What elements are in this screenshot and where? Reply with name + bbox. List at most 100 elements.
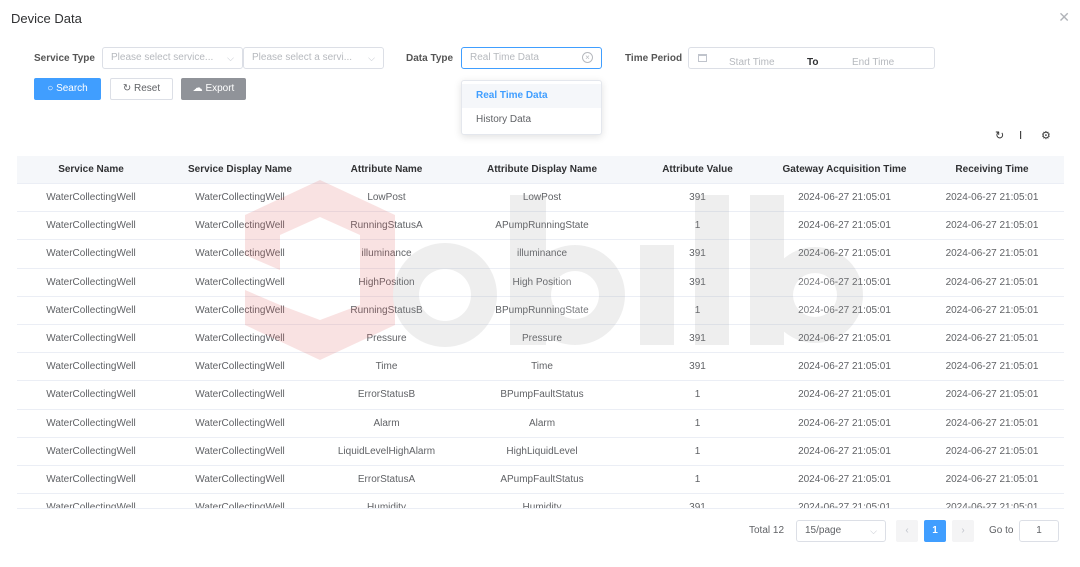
column-header[interactable]: Gateway Acquisition Time <box>769 164 920 175</box>
service-select-2-placeholder: Please select a servi... <box>252 52 353 63</box>
table-cell: APumpFaultStatus <box>500 473 584 485</box>
table-cell: 1 <box>694 445 701 457</box>
table-row[interactable]: WaterCollectingWell WaterCollectingWell Hu… <box>17 494 1064 509</box>
table-cell: 2024-06-27 21:05:01 <box>798 276 891 288</box>
table-cell: 2024-06-27 21:05:01 <box>798 333 891 345</box>
refresh-icon[interactable]: ↻ <box>995 129 1004 142</box>
table-cell: Pressure <box>366 333 407 345</box>
page-number-current[interactable]: 1 <box>924 520 946 542</box>
table-cell: WaterCollectingWell <box>46 502 136 509</box>
table-cell: WaterCollectingWell <box>195 333 285 345</box>
table-body: WaterCollectingWell WaterCollectingWell Lo… <box>17 184 1064 509</box>
table-cell: WaterCollectingWell <box>46 445 136 457</box>
column-header[interactable]: Service Name <box>17 164 165 175</box>
table-cell: 1 <box>694 304 701 316</box>
table-cell: 1 <box>694 389 701 401</box>
page-size-select[interactable]: 15/page ⌵ <box>796 520 886 542</box>
time-range-picker[interactable]: Start Time To End Time <box>688 47 935 69</box>
table-row[interactable]: WaterCollectingWell WaterCollectingWell Li… <box>17 438 1064 466</box>
column-header[interactable]: Attribute Value <box>626 164 769 175</box>
data-type-select[interactable]: Real Time Data × <box>461 47 602 69</box>
table-row[interactable]: WaterCollectingWell WaterCollectingWell Lo… <box>17 184 1064 213</box>
table-cell: Humidity <box>522 502 562 509</box>
device-data-table: Service Name Service Display Name Attrib… <box>17 156 1064 509</box>
table-cell: 391 <box>689 333 706 345</box>
reset-button-label: Reset <box>134 83 161 94</box>
table-row[interactable]: WaterCollectingWell WaterCollectingWell Ru… <box>17 212 1064 241</box>
table-cell: High Position <box>512 276 572 288</box>
reset-button[interactable]: ↻ Reset <box>110 78 173 100</box>
table-row[interactable]: WaterCollectingWell WaterCollectingWell Ti… <box>17 353 1064 382</box>
column-height-icon[interactable]: Ⅰ <box>1019 129 1022 142</box>
table-cell: WaterCollectingWell <box>46 276 136 288</box>
table-cell: 2024-06-27 21:05:01 <box>798 389 891 401</box>
time-period-label: Time Period <box>625 53 683 64</box>
table-cell: WaterCollectingWell <box>195 276 285 288</box>
data-type-dropdown: Real Time Data History Data <box>461 80 602 135</box>
table-cell: WaterCollectingWell <box>195 502 285 509</box>
clear-icon[interactable]: × <box>582 52 593 63</box>
table-cell: RunningStatusB <box>350 304 423 316</box>
table-cell: 2024-06-27 21:05:01 <box>945 333 1039 345</box>
table-cell: illuminance <box>516 248 568 260</box>
table-row[interactable]: WaterCollectingWell WaterCollectingWell Er… <box>17 466 1064 495</box>
column-header[interactable]: Attribute Display Name <box>458 164 626 175</box>
table-cell: 2024-06-27 21:05:01 <box>798 220 891 232</box>
goto-page-input[interactable]: 1 <box>1019 520 1059 542</box>
goto-label: Go to <box>989 525 1014 536</box>
table-cell: WaterCollectingWell <box>46 248 136 260</box>
table-cell: WaterCollectingWell <box>195 248 285 260</box>
table-cell: 1 <box>694 220 701 232</box>
column-header[interactable]: Receiving Time <box>920 164 1064 175</box>
table-cell: WaterCollectingWell <box>46 417 136 429</box>
dropdown-option-real-time[interactable]: Real Time Data <box>462 84 601 108</box>
export-button-label: Export <box>205 83 235 94</box>
table-row[interactable]: WaterCollectingWell WaterCollectingWell Ru… <box>17 297 1064 325</box>
close-icon[interactable]: ✕ <box>1058 9 1070 26</box>
table-cell: 2024-06-27 21:05:01 <box>798 361 891 373</box>
table-cell: WaterCollectingWell <box>46 389 136 401</box>
to-separator: To <box>807 57 819 68</box>
prev-page-button[interactable]: ‹ <box>896 520 918 542</box>
search-icon: ○ <box>47 83 54 94</box>
table-row[interactable]: WaterCollectingWell WaterCollectingWell Pr… <box>17 325 1064 354</box>
table-row[interactable]: WaterCollectingWell WaterCollectingWell il… <box>17 240 1064 269</box>
table-row[interactable]: WaterCollectingWell WaterCollectingWell Al… <box>17 410 1064 438</box>
table-cell: 2024-06-27 21:05:01 <box>945 220 1039 232</box>
export-button[interactable]: ☁ Export <box>181 78 246 100</box>
table-row[interactable]: WaterCollectingWell WaterCollectingWell Er… <box>17 381 1064 410</box>
table-cell: WaterCollectingWell <box>46 192 136 204</box>
dropdown-option-history[interactable]: History Data <box>462 108 601 132</box>
data-type-value: Real Time Data <box>470 52 539 63</box>
gear-icon[interactable]: ⚙ <box>1041 129 1051 142</box>
service-select-1[interactable]: Please select service... ⌵ <box>102 47 243 69</box>
table-cell: WaterCollectingWell <box>46 304 136 316</box>
column-header[interactable]: Attribute Name <box>315 164 458 175</box>
table-cell: 2024-06-27 21:05:01 <box>798 192 891 204</box>
table-cell: 2024-06-27 21:05:01 <box>945 502 1039 509</box>
table-cell: APumpRunningState <box>495 220 589 232</box>
table-cell: 2024-06-27 21:05:01 <box>945 304 1039 316</box>
table-cell: Alarm <box>373 417 400 429</box>
end-time-input[interactable]: End Time <box>852 53 894 68</box>
table-cell: Pressure <box>521 333 562 345</box>
table-cell: HighPosition <box>358 276 415 288</box>
table-cell: BPumpRunningState <box>495 304 589 316</box>
service-select-2[interactable]: Please select a servi... ⌵ <box>243 47 384 69</box>
table-cell: 2024-06-27 21:05:01 <box>945 389 1039 401</box>
table-cell: 2024-06-27 21:05:01 <box>945 473 1039 485</box>
table-cell: 2024-06-27 21:05:01 <box>945 361 1039 373</box>
table-cell: WaterCollectingWell <box>195 473 285 485</box>
next-page-button[interactable]: › <box>952 520 974 542</box>
table-row[interactable]: WaterCollectingWell WaterCollectingWell Hi… <box>17 269 1064 297</box>
table-header-row: Service Name Service Display Name Attrib… <box>17 156 1064 184</box>
table-cell: 1 <box>694 473 701 485</box>
search-button[interactable]: ○ Search <box>34 78 101 100</box>
start-time-input[interactable]: Start Time <box>729 53 775 68</box>
calendar-icon <box>698 54 707 62</box>
table-cell: WaterCollectingWell <box>195 220 285 232</box>
total-count: Total 12 <box>749 525 785 536</box>
refresh-icon: ↻ <box>122 83 132 94</box>
column-header[interactable]: Service Display Name <box>165 164 315 175</box>
table-cell: 2024-06-27 21:05:01 <box>945 417 1039 429</box>
